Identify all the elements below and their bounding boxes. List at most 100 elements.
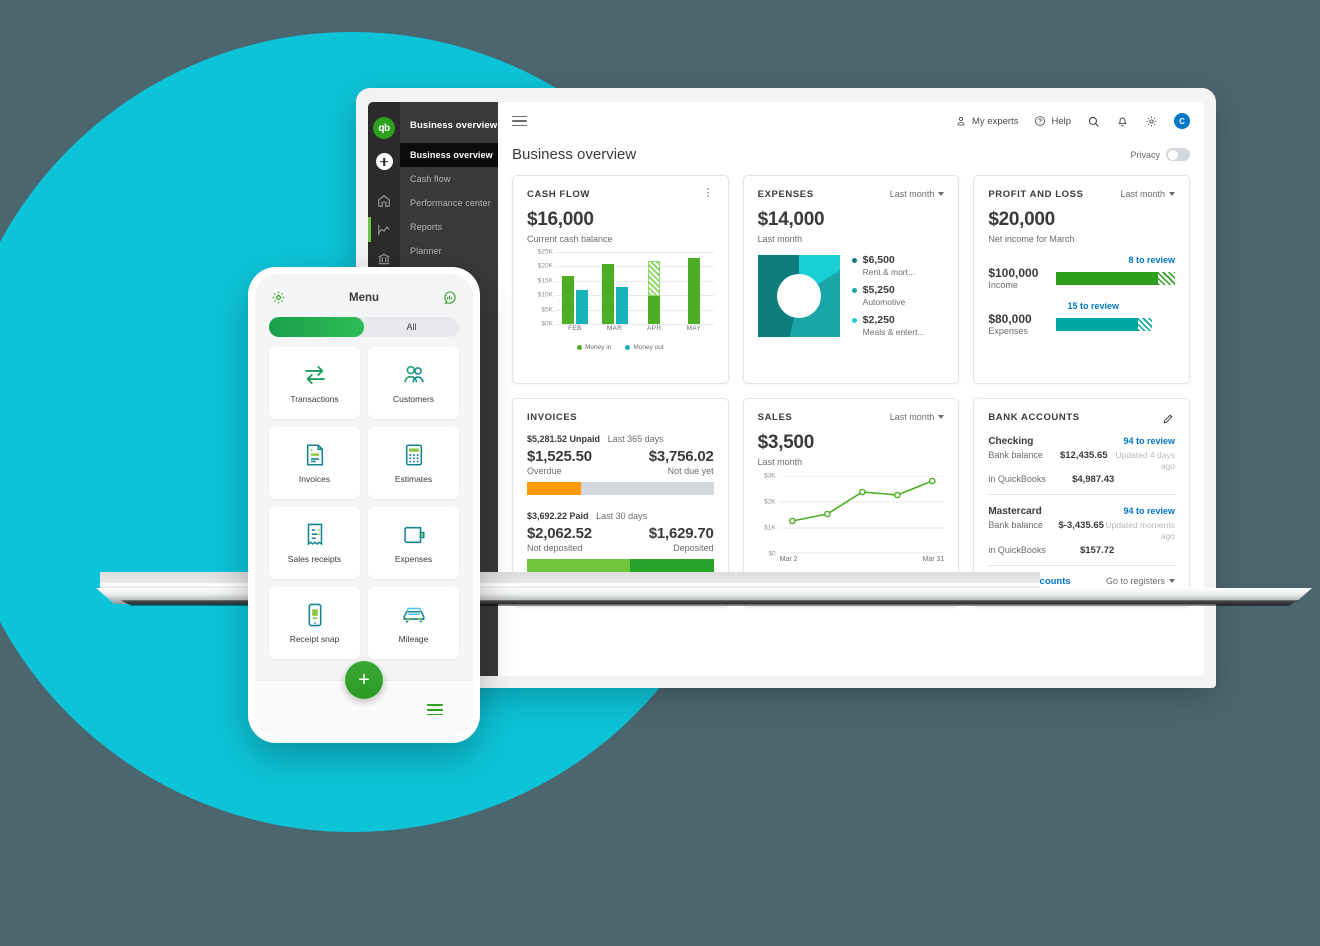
- phone-tile-customers[interactable]: Customers: [368, 347, 459, 419]
- cash-flow-bars: [555, 252, 714, 324]
- data-point: [928, 477, 936, 485]
- cash-flow-header: CASH FLOW ⋮: [527, 188, 714, 201]
- bar-projected[interactable]: [648, 261, 661, 296]
- sales-title: SALES: [757, 412, 793, 423]
- my-experts-label: My experts: [971, 115, 1019, 127]
- invoices-unpaid-bar[interactable]: [527, 482, 714, 495]
- x-tick: MAY: [686, 325, 702, 332]
- new-transaction-button[interactable]: [375, 153, 393, 170]
- sales-y-axis: $3K $2K $1K $0: [758, 473, 776, 558]
- bar-money-in[interactable]: [648, 296, 661, 324]
- expenses-period-label: Last month: [889, 189, 935, 199]
- sidebar-toggle-icon[interactable]: [512, 113, 527, 130]
- phone-tab-all[interactable]: All: [364, 322, 459, 332]
- sales-amount: $3,500: [757, 432, 815, 453]
- expenses-amount: $80,000: [988, 312, 1032, 326]
- wallet-icon: [403, 526, 425, 544]
- checking-updated: Updated 4 days ago: [1115, 450, 1175, 471]
- legend-item[interactable]: $6,500 Rent & mort...: [851, 254, 925, 277]
- phone-tile-transactions[interactable]: Transactions: [269, 347, 360, 419]
- chevron-down-icon: [938, 415, 945, 419]
- notifications-bell-icon[interactable]: [1116, 115, 1129, 128]
- nav-title: Business overview: [410, 120, 498, 131]
- deposited-bar-fill: [629, 559, 714, 572]
- expenses-period-dropdown[interactable]: Last month: [890, 189, 945, 199]
- invoices-paid-bar[interactable]: [527, 559, 714, 572]
- paid-range: Last 30 days: [596, 511, 648, 521]
- privacy-toggle[interactable]: [1166, 148, 1190, 161]
- phone-tile-invoices[interactable]: Invoices: [269, 427, 360, 499]
- insights-bubble-icon[interactable]: [442, 290, 457, 305]
- cash-flow-amount: $16,000: [527, 209, 594, 230]
- profit-loss-header: PROFIT AND LOSS Last month: [988, 189, 1175, 200]
- profit-loss-period-dropdown[interactable]: Last month: [1120, 189, 1175, 199]
- y-tick: $0: [768, 550, 776, 558]
- expenses-subtitle: Last month: [757, 234, 803, 244]
- expenses-review-link[interactable]: 15 to review: [988, 301, 1175, 311]
- legend-category: Automotive: [862, 297, 906, 307]
- phone-add-button[interactable]: +: [345, 661, 383, 699]
- card-cash-flow: CASH FLOW ⋮ $16,000 Current cash balance…: [512, 175, 729, 384]
- bar-money-in[interactable]: [601, 263, 614, 324]
- app-topbar: My experts Help C: [498, 102, 1204, 140]
- expenses-line: $80,000 Expenses: [988, 312, 1175, 336]
- income-review-link[interactable]: 8 to review: [988, 255, 1175, 265]
- legend-amount: $2,250: [862, 314, 895, 326]
- nav-item-performance-center[interactable]: Performance center: [400, 191, 498, 215]
- help-button[interactable]: Help: [1034, 115, 1071, 127]
- bar-money-out[interactable]: [615, 286, 628, 324]
- x-tick: FEB: [568, 325, 582, 332]
- nav-item-business-overview[interactable]: Business overview: [400, 143, 498, 167]
- phone-tile-receipt-snap[interactable]: Receipt snap: [269, 587, 360, 659]
- phone-header: Menu: [255, 274, 473, 313]
- mastercard-quickbooks-line: in QuickBooks $157.72: [988, 545, 1175, 556]
- phone-tile-mileage[interactable]: Mileage: [368, 587, 459, 659]
- nav-item-reports[interactable]: Reports: [400, 215, 498, 239]
- go-to-registers-dropdown[interactable]: Go to registers: [1106, 576, 1175, 586]
- bar-money-in[interactable]: [561, 276, 574, 324]
- legend-item[interactable]: $5,250 Automotive: [851, 284, 925, 307]
- chart-icon[interactable]: [368, 215, 400, 244]
- go-to-registers-label: Go to registers: [1105, 576, 1165, 586]
- phone-tile-expenses[interactable]: Expenses: [368, 507, 459, 579]
- hamburger-menu-icon[interactable]: [427, 701, 443, 718]
- income-label: Income: [988, 280, 1018, 290]
- income-bar: [1056, 271, 1175, 285]
- bank-accounts-title: BANK ACCOUNTS: [988, 412, 1080, 423]
- phone-tab-switcher[interactable]: All: [269, 317, 459, 337]
- phone-tile-label: Expenses: [394, 554, 433, 564]
- legend-item[interactable]: $2,250 Meals & entert...: [851, 314, 925, 337]
- phone-tile-sales-receipts[interactable]: Sales receipts: [269, 507, 360, 579]
- legend-amount: $5,250: [862, 284, 895, 296]
- bar-group-apr: [634, 261, 674, 324]
- y-tick: $2K: [764, 498, 776, 506]
- legend-label: Money out: [633, 344, 664, 351]
- phone-tile-estimates[interactable]: Estimates: [368, 427, 459, 499]
- checking-review-link[interactable]: 94 to review: [1123, 436, 1175, 446]
- gear-icon[interactable]: [1145, 115, 1158, 128]
- bar-money-in[interactable]: [687, 258, 700, 324]
- kebab-menu-icon[interactable]: ⋮: [703, 188, 714, 199]
- bar-group-feb: [555, 276, 595, 324]
- y-tick: $15K: [537, 277, 553, 285]
- my-experts-button[interactable]: My experts: [955, 115, 1018, 127]
- home-icon[interactable]: [368, 186, 400, 215]
- sales-period-dropdown[interactable]: Last month: [890, 412, 945, 422]
- gear-icon[interactable]: [271, 290, 286, 305]
- bar-money-out[interactable]: [575, 290, 588, 324]
- mastercard-review-link[interactable]: 94 to review: [1123, 506, 1175, 516]
- help-label: Help: [1051, 115, 1071, 127]
- legend-money-in: Money in: [576, 344, 611, 351]
- invoices-paid-header: $3,692.22 Paid Last 30 days: [527, 511, 714, 521]
- quickbooks-logo-icon[interactable]: qb: [373, 117, 395, 139]
- pencil-icon[interactable]: [1162, 412, 1175, 425]
- nav-item-cash-flow[interactable]: Cash flow: [400, 167, 498, 191]
- cash-flow-x-axis: FEB MAR APR MAY: [555, 325, 714, 332]
- mastercard-quickbooks-value: $157.72: [1079, 544, 1115, 556]
- avatar[interactable]: C: [1174, 113, 1190, 129]
- nav-item-planner[interactable]: Planner: [400, 239, 498, 263]
- mastercard-header: Mastercard 94 to review: [988, 506, 1175, 517]
- search-icon[interactable]: [1087, 115, 1100, 128]
- privacy-toggle-group[interactable]: Privacy: [1130, 148, 1190, 161]
- invoices-paid-amounts: $2,062.52 $1,629.70: [527, 525, 714, 542]
